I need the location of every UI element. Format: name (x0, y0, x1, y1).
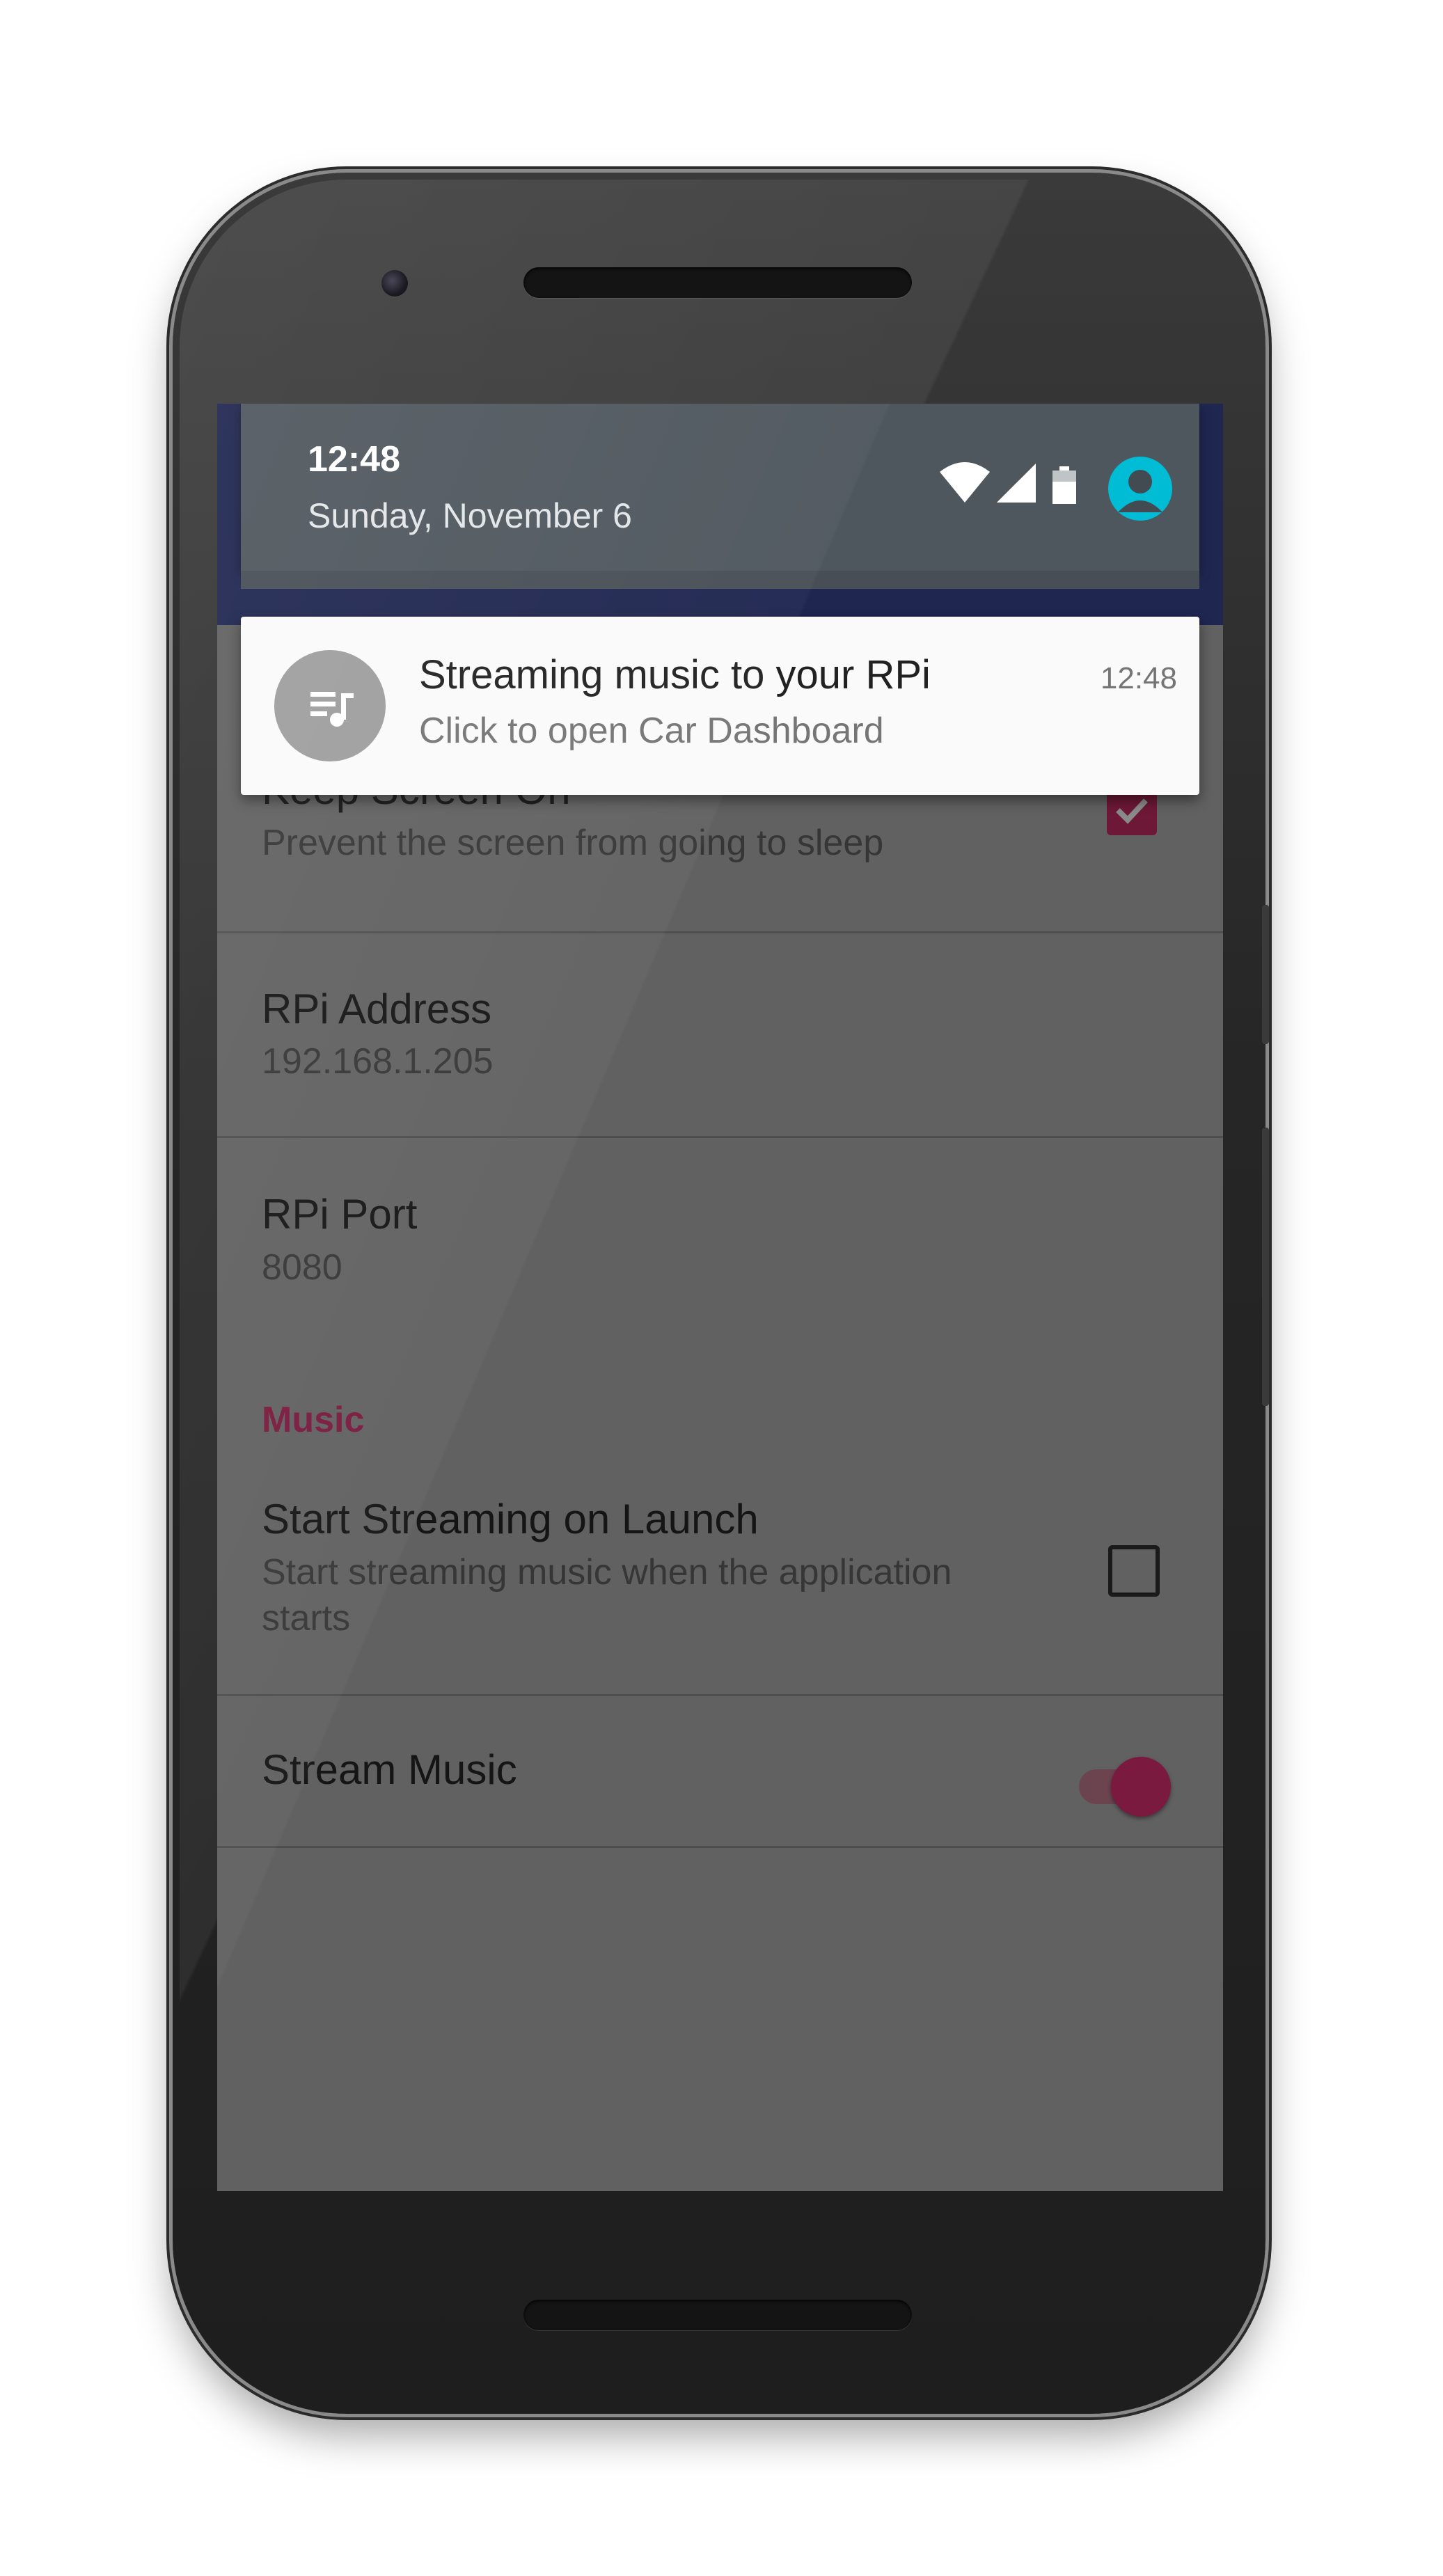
playlist-music-icon (274, 650, 386, 761)
notification-text: Click to open Car Dashboard (419, 711, 884, 751)
divider (217, 1846, 1223, 1848)
divider (217, 931, 1223, 933)
shade-date: Sunday, November 6 (308, 496, 632, 535)
volume-button (1262, 1128, 1269, 1406)
stream-music-switch-thumb[interactable] (1111, 1757, 1171, 1817)
notification-time: 12:48 (1100, 661, 1177, 695)
music-category-header: Music (262, 1400, 365, 1440)
shade-divider (241, 571, 1199, 589)
rpi-port-title: RPi Port (262, 1191, 418, 1238)
start-streaming-checkbox[interactable] (1108, 1545, 1160, 1597)
stream-music-title: Stream Music (262, 1746, 517, 1793)
account-icon[interactable] (1108, 457, 1172, 521)
rpi-address-title: RPi Address (262, 986, 492, 1032)
screen: 12:48 Sunday, November 6 Prevent the scr… (217, 404, 1223, 2191)
divider (217, 1136, 1223, 1138)
shade-clock: 12:48 (308, 439, 400, 480)
rpi-address-summary: 192.168.1.205 (262, 1041, 494, 1082)
wifi-icon (940, 462, 990, 503)
stage: 12:48 Sunday, November 6 Prevent the scr… (0, 0, 1443, 2576)
battery-icon (1052, 466, 1076, 504)
notification-card[interactable]: Streaming music to your RPi 12:48 Click … (241, 617, 1199, 795)
front-camera (381, 270, 408, 297)
keep-screen-on-summary: Prevent the screen from going to sleep (262, 823, 884, 863)
signal-icon (997, 464, 1036, 503)
divider (217, 1694, 1223, 1696)
notification-shade-header[interactable]: 12:48 Sunday, November 6 (241, 404, 1199, 571)
rpi-port-summary: 8080 (262, 1247, 342, 1288)
bottom-speaker (523, 2300, 912, 2330)
power-button (1262, 905, 1269, 1044)
notification-title: Streaming music to your RPi (419, 652, 931, 697)
start-streaming-summary: Start streaming music when the applicati… (262, 1552, 952, 1638)
top-speaker (523, 267, 912, 298)
start-streaming-title: Start Streaming on Launch (262, 1496, 759, 1542)
